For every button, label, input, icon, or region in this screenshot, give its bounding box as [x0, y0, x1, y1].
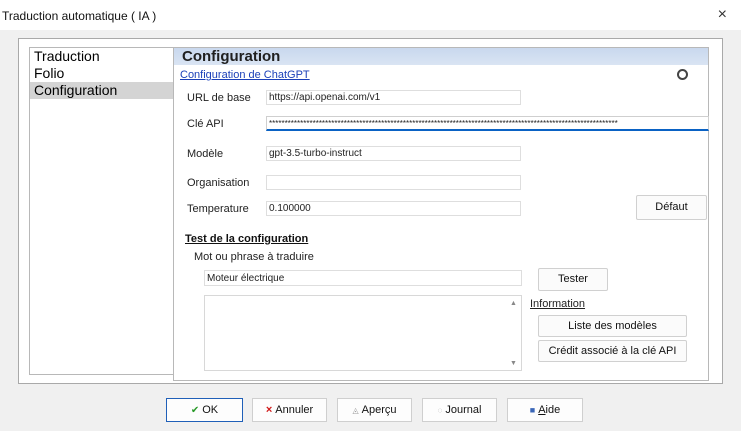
scroll-up-icon[interactable]: ▲ — [510, 300, 517, 307]
temperature-input[interactable] — [266, 201, 521, 216]
preview-button[interactable]: ◬ Aperçu — [337, 398, 412, 422]
nav-item-traduction[interactable]: Traduction — [30, 48, 185, 65]
api-key-input[interactable] — [266, 116, 709, 131]
test-prompt-label: Mot ou phrase à traduire — [194, 251, 314, 263]
section-header: Configuration — [174, 48, 708, 65]
help-mnemonic: A — [538, 404, 546, 416]
default-button[interactable]: Défaut — [636, 195, 707, 220]
model-input[interactable] — [266, 146, 521, 161]
test-result-area[interactable]: ▲ ▼ — [204, 295, 522, 371]
journal-button[interactable]: ◌ Journal — [422, 398, 497, 422]
preview-icon: ◬ — [352, 405, 359, 415]
journal-icon: ◌ — [437, 405, 443, 415]
journal-label: Journal — [445, 404, 482, 416]
dialog-client-area: Traduction Folio Configuration Configura… — [0, 30, 741, 431]
help-button[interactable]: ■ Aide — [507, 398, 583, 422]
model-label: Modèle — [187, 148, 224, 160]
test-phrase-input[interactable] — [204, 270, 522, 286]
help-icon: ■ — [529, 405, 536, 415]
cancel-icon: × — [265, 404, 273, 416]
ok-button[interactable]: ✔ OK — [166, 398, 243, 422]
help-label-rest: ide — [545, 404, 561, 416]
nav-item-folio[interactable]: Folio — [30, 65, 185, 82]
configuration-pane: Configuration Configuration de ChatGPT U… — [173, 47, 709, 381]
cancel-label: Annuler — [275, 404, 314, 416]
scroll-down-icon[interactable]: ▼ — [510, 360, 517, 367]
organisation-input[interactable] — [266, 175, 521, 190]
temperature-label: Temperature — [187, 203, 249, 215]
chatgpt-icon — [677, 69, 688, 80]
nav-item-configuration[interactable]: Configuration — [30, 82, 185, 99]
information-link[interactable]: Information — [530, 298, 585, 310]
test-section-title: Test de la configuration — [185, 233, 309, 245]
main-panel: Traduction Folio Configuration Configura… — [18, 38, 723, 384]
ok-label: OK — [202, 404, 219, 416]
base-url-label: URL de base — [187, 92, 251, 104]
chatgpt-config-link[interactable]: Configuration de ChatGPT — [180, 69, 310, 81]
window-title: Traduction automatique ( IA ) — [2, 9, 157, 23]
cancel-button[interactable]: × Annuler — [252, 398, 327, 422]
sidebar-nav: Traduction Folio Configuration — [29, 47, 186, 375]
api-credit-button[interactable]: Crédit associé à la clé API — [538, 340, 687, 362]
close-icon[interactable]: × — [718, 6, 727, 24]
test-button[interactable]: Tester — [538, 268, 608, 291]
organisation-label: Organisation — [187, 177, 250, 189]
base-url-input[interactable] — [266, 90, 521, 105]
list-models-button[interactable]: Liste des modèles — [538, 315, 687, 337]
check-icon: ✔ — [190, 404, 200, 416]
help-label: Aide — [538, 404, 560, 416]
window-titlebar: Traduction automatique ( IA ) × — [0, 0, 741, 30]
preview-label: Aperçu — [361, 404, 397, 416]
page-title: Configuration — [182, 48, 281, 65]
api-key-label: Clé API — [187, 118, 224, 130]
